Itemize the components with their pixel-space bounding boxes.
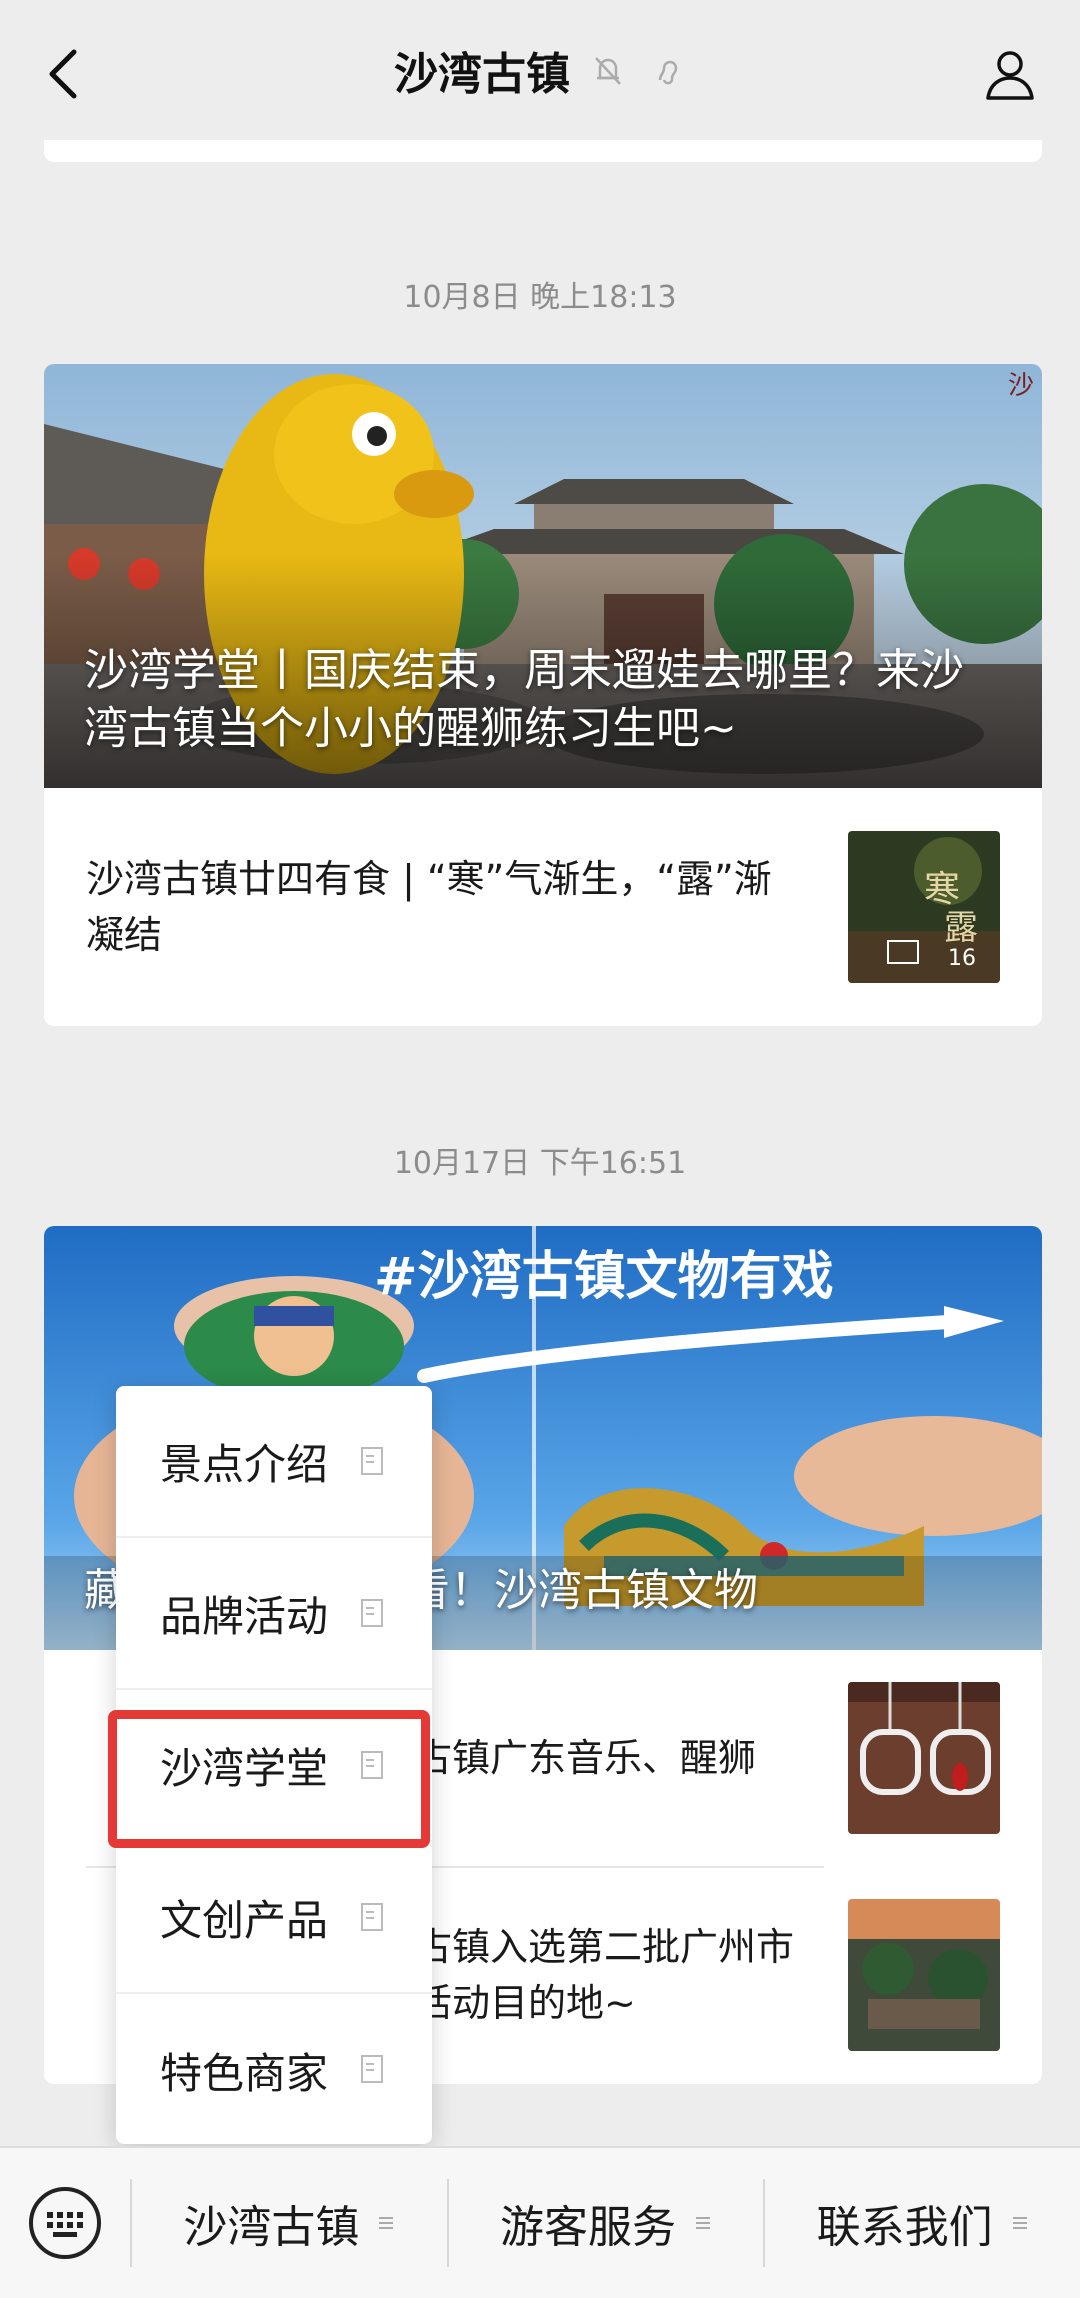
- submenu-lines-icon: [1012, 2217, 1027, 2229]
- menu-item-label: 品牌活动: [160, 1591, 329, 1641]
- menu-item-creative-products[interactable]: 文创产品: [116, 1842, 432, 1994]
- submenu-popup: 景点介绍 品牌活动 沙湾学堂 文创产品 特色商家: [116, 1386, 432, 2144]
- svg-text:露: 露: [944, 908, 978, 948]
- hero-article-title: 沙湾学堂丨国庆结束，周末遛娃去哪里？来沙湾古镇当个小小的醒狮练习生吧~: [84, 645, 964, 754]
- menu-item-label: 沙湾学堂: [160, 1743, 329, 1793]
- menu-item-brand-events[interactable]: 品牌活动: [116, 1538, 432, 1690]
- message-timestamp: 10月8日 晚上18:13: [403, 280, 677, 315]
- bottom-menu-shawan-town[interactable]: 沙湾古镇: [132, 2147, 447, 2298]
- bottom-menu-label: 游客服务: [500, 2202, 676, 2253]
- document-icon: [361, 1447, 383, 1475]
- keyboard-icon: [29, 2187, 101, 2259]
- sub-article-item[interactable]: 沙湾古镇廿四有食 | “寒”气渐生，“露”渐凝结 寒 露 16: [44, 788, 1042, 1026]
- document-icon: [361, 1903, 383, 1931]
- submenu-lines-icon: [696, 2217, 710, 2229]
- menu-item-shawan-academy[interactable]: 沙湾学堂: [116, 1690, 432, 1842]
- bottom-menu-contact-us[interactable]: 联系我们: [765, 2147, 1080, 2298]
- sub-article-title: 古镇入选第二批广州市活动目的地~: [414, 1925, 795, 2025]
- menu-item-featured-merchants[interactable]: 特色商家: [116, 1994, 432, 2146]
- hero-article[interactable]: 沙 沙湾学堂丨国庆结束，周末遛娃去哪里？来沙湾古镇当个小小的醒狮练习生吧~: [44, 364, 1042, 788]
- svg-text:16: 16: [948, 946, 976, 971]
- bottom-menu-visitor-services[interactable]: 游客服务: [449, 2147, 764, 2298]
- ear-icon: [658, 60, 678, 85]
- document-icon: [361, 1751, 383, 1779]
- page-title: 沙湾古镇: [394, 49, 570, 100]
- menu-item-label: 文创产品: [160, 1895, 329, 1945]
- menu-item-scenic-intro[interactable]: 景点介绍: [116, 1386, 432, 1538]
- title-group: 沙湾古镇: [394, 38, 686, 102]
- sub-article-title: 古镇广东音乐、醒狮: [414, 1736, 757, 1780]
- menu-item-label: 景点介绍: [160, 1439, 329, 1489]
- message-timestamp: 10月17日 下午16:51: [393, 1146, 687, 1181]
- article-thumbnail: [848, 1682, 1000, 1834]
- bottom-menu-label: 沙湾古镇: [183, 2202, 360, 2253]
- article-thumbnail: [848, 1899, 1000, 2051]
- document-icon: [361, 1599, 383, 1627]
- svg-text:沙: 沙: [1008, 371, 1034, 401]
- bottom-menu-label: 联系我们: [816, 2202, 993, 2253]
- document-icon: [361, 2055, 383, 2083]
- sub-article-title: 沙湾古镇廿四有食 | “寒”气渐生，“露”渐凝结: [86, 857, 772, 957]
- back-arrow-icon[interactable]: [40, 44, 90, 104]
- svg-text:寒: 寒: [924, 869, 960, 910]
- previous-card-bottom: [44, 140, 1042, 162]
- bottom-menu-bar: 沙湾古镇 游客服务 联系我们: [0, 2146, 1080, 2298]
- keyboard-toggle-button[interactable]: [0, 2147, 130, 2298]
- article-thumbnail: 寒 露 16: [848, 831, 1000, 983]
- article-card[interactable]: 沙 沙湾学堂丨国庆结束，周末遛娃去哪里？来沙湾古镇当个小小的醒狮练习生吧~ 沙湾…: [44, 364, 1042, 1026]
- profile-icon[interactable]: [980, 44, 1040, 104]
- menu-item-label: 特色商家: [160, 2048, 329, 2098]
- hero-banner-text: #沙湾古镇文物有戏: [374, 1247, 834, 1307]
- mute-bell-icon: [595, 57, 621, 85]
- submenu-lines-icon: [379, 2217, 394, 2229]
- top-nav-bar: 沙湾古镇: [0, 0, 1080, 140]
